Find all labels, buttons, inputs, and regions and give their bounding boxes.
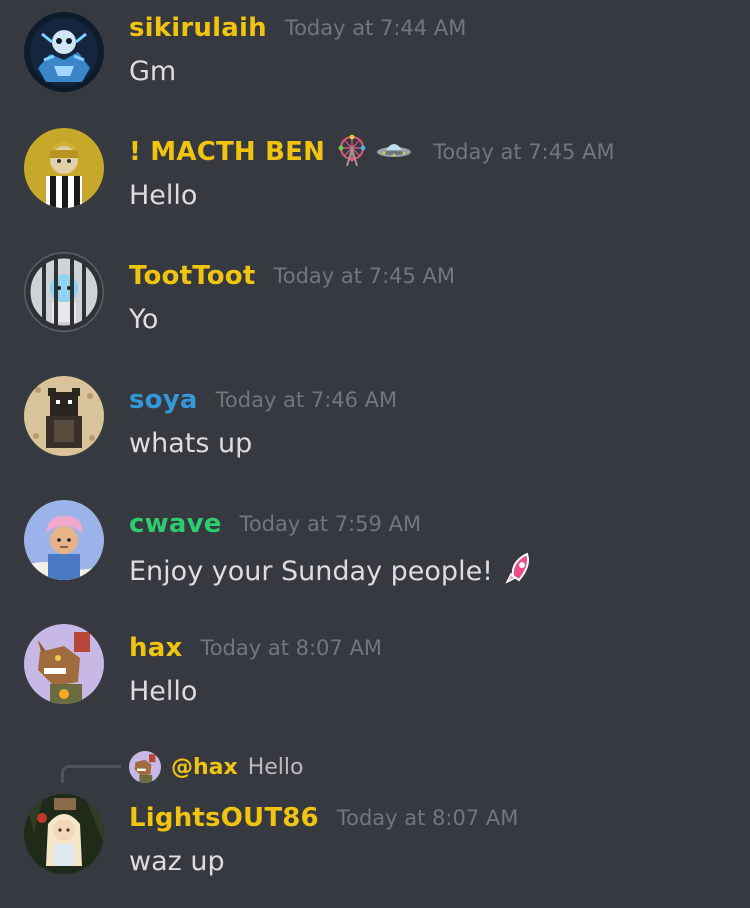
ferris-wheel-emoji-icon <box>335 133 369 171</box>
message-text: waz up <box>129 846 225 877</box>
chat-message-list: sikirulaih Today at 7:44 AM Gm ! MACTH B… <box>0 0 750 908</box>
message-content: Gm <box>129 56 176 87</box>
message-text: whats up <box>129 428 253 459</box>
reply-username[interactable]: @hax <box>171 755 238 780</box>
message-header: soya Today at 7:46 AM <box>129 382 397 418</box>
user-avatar[interactable] <box>24 376 104 456</box>
user-avatar[interactable] <box>24 794 104 874</box>
gold-helmet-avatar-icon <box>24 128 104 208</box>
username[interactable]: cwave <box>129 509 222 539</box>
timestamp[interactable]: Today at 7:44 AM <box>285 16 467 40</box>
blue-robot-avatar-icon <box>24 12 104 92</box>
username[interactable]: soya <box>129 385 198 415</box>
message-header: LightsOUT86 Today at 8:07 AM <box>129 800 518 836</box>
message-text: Hello <box>129 676 198 707</box>
user-avatar[interactable] <box>24 128 104 208</box>
pixel-wolf-avatar-icon <box>24 624 104 704</box>
username[interactable]: LightsOUT86 <box>129 803 319 833</box>
user-avatar[interactable] <box>24 252 104 332</box>
message-text: Yo <box>129 304 159 335</box>
timestamp[interactable]: Today at 7:45 AM <box>273 264 455 288</box>
reply-connector-line <box>61 765 121 783</box>
message-text: Hello <box>129 180 198 211</box>
reply-avatar[interactable] <box>129 751 161 783</box>
pixel-bear-avatar-icon <box>24 376 104 456</box>
message-content: waz up <box>129 846 225 877</box>
reply-text[interactable]: Hello <box>248 755 304 780</box>
jail-ape-avatar-icon <box>24 252 104 332</box>
message-content: Yo <box>129 304 158 335</box>
timestamp[interactable]: Today at 7:46 AM <box>216 388 398 412</box>
message-header: cwave Today at 7:59 AM <box>129 506 421 542</box>
username[interactable]: hax <box>129 633 182 663</box>
username[interactable]: ! MACTH BEN <box>129 137 325 167</box>
timestamp[interactable]: Today at 8:07 AM <box>200 636 382 660</box>
message-text: Enjoy your Sunday people! <box>129 556 493 587</box>
message-header: ! MACTH BEN Today at 7:45 AM <box>129 134 615 170</box>
message-text: Gm <box>129 56 177 87</box>
message-header: sikirulaih Today at 7:44 AM <box>129 10 466 46</box>
user-avatar[interactable] <box>24 12 104 92</box>
message-header: TootToot Today at 7:45 AM <box>129 258 455 294</box>
user-avatar[interactable] <box>24 624 104 704</box>
message-content: Hello <box>129 676 197 707</box>
timestamp[interactable]: Today at 7:45 AM <box>433 140 615 164</box>
message-content: whats up <box>129 428 252 459</box>
username[interactable]: sikirulaih <box>129 13 267 43</box>
reply-reference[interactable]: @hax Hello <box>129 750 303 784</box>
forest-girl-avatar-icon <box>24 794 104 874</box>
pink-hair-avatar-icon <box>24 500 104 580</box>
rocket-emoji-icon <box>505 552 535 591</box>
username[interactable]: TootToot <box>129 261 255 291</box>
timestamp[interactable]: Today at 7:59 AM <box>240 512 422 536</box>
flying-saucer-emoji-icon <box>375 138 413 166</box>
message-content: Hello <box>129 180 197 211</box>
message-header: hax Today at 8:07 AM <box>129 630 382 666</box>
message-content: Enjoy your Sunday people! <box>129 552 535 591</box>
pixel-wolf-avatar-icon <box>129 751 161 783</box>
timestamp[interactable]: Today at 8:07 AM <box>337 806 519 830</box>
user-avatar[interactable] <box>24 500 104 580</box>
